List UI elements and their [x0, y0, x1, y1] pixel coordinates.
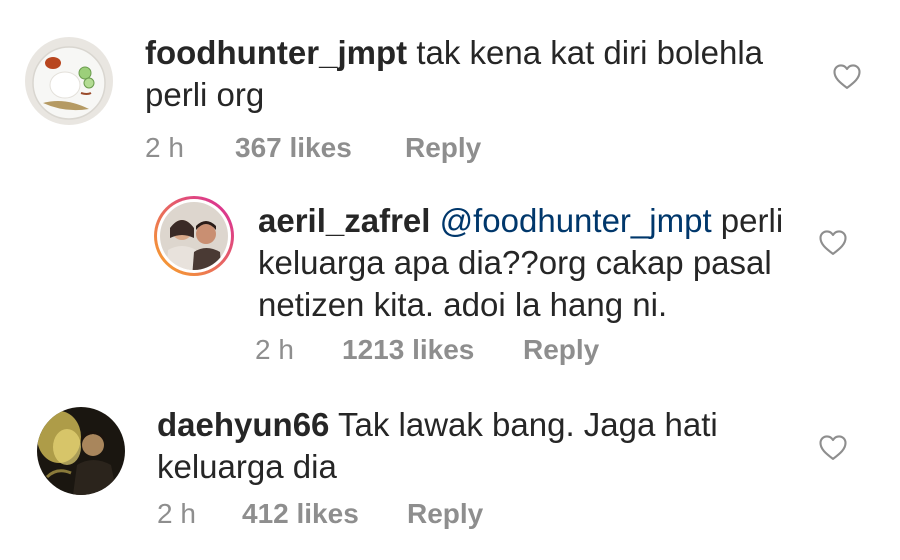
heart-icon[interactable] — [818, 228, 848, 256]
performer-photo-avatar-icon — [37, 407, 125, 495]
mention-link[interactable]: @foodhunter_jmpt — [440, 202, 712, 239]
comment-text: aeril_zafrel @foodhunter_jmpt perli kelu… — [258, 200, 798, 326]
comment-meta: 2 h 367 likes Reply — [145, 132, 545, 166]
comment-text: daehyun66 Tak lawak bang. Jaga hati kelu… — [157, 404, 777, 488]
comment-time: 2 h — [145, 132, 184, 163]
comment-time: 2 h — [255, 334, 294, 365]
avatar[interactable] — [37, 407, 125, 495]
likes-count-link[interactable]: 412 likes — [242, 498, 359, 530]
comment-time: 2 h — [157, 498, 196, 529]
likes-count-link[interactable]: 1213 likes — [342, 334, 474, 366]
heart-icon[interactable] — [832, 62, 862, 90]
comment-username[interactable]: daehyun66 — [157, 406, 329, 443]
comment-meta: 2 h 412 likes Reply — [157, 498, 557, 532]
comment-username[interactable]: aeril_zafrel — [258, 202, 430, 239]
heart-icon[interactable] — [818, 433, 848, 461]
avatar[interactable] — [152, 194, 236, 278]
reply-button[interactable]: Reply — [523, 334, 599, 366]
comment-meta: 2 h 1213 likes Reply — [255, 334, 655, 368]
comment-item: daehyun66 Tak lawak bang. Jaga hati kelu… — [0, 380, 900, 560]
comment-username[interactable]: foodhunter_jmpt — [145, 34, 407, 71]
food-plate-avatar-icon — [25, 37, 113, 125]
couple-photo-avatar-story-ring-icon — [154, 196, 234, 276]
comment-text: foodhunter_jmpt tak kena kat diri bolehl… — [145, 32, 805, 116]
reply-button[interactable]: Reply — [407, 498, 483, 530]
comment-item: foodhunter_jmpt tak kena kat diri bolehl… — [0, 0, 900, 180]
comment-reply-item: aeril_zafrel @foodhunter_jmpt perli kelu… — [0, 180, 900, 380]
likes-count-link[interactable]: 367 likes — [235, 132, 352, 164]
avatar[interactable] — [25, 37, 113, 125]
reply-button[interactable]: Reply — [405, 132, 481, 164]
